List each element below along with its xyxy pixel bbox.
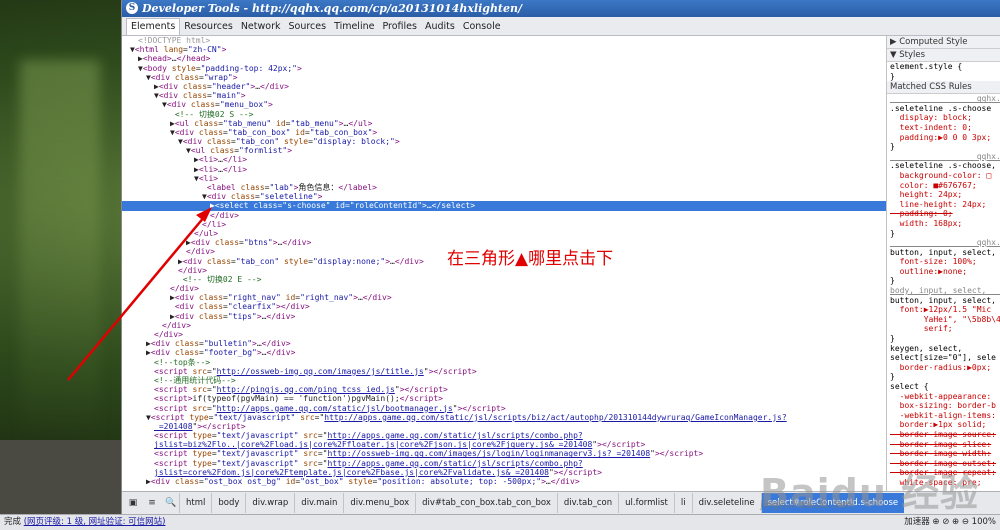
annotation-text: 在三角形▲哪里点击下 [447,249,614,269]
arrow-head [196,207,212,222]
watermark-url: jingyan.baidu.com [760,500,853,511]
arrow-line [67,215,206,381]
